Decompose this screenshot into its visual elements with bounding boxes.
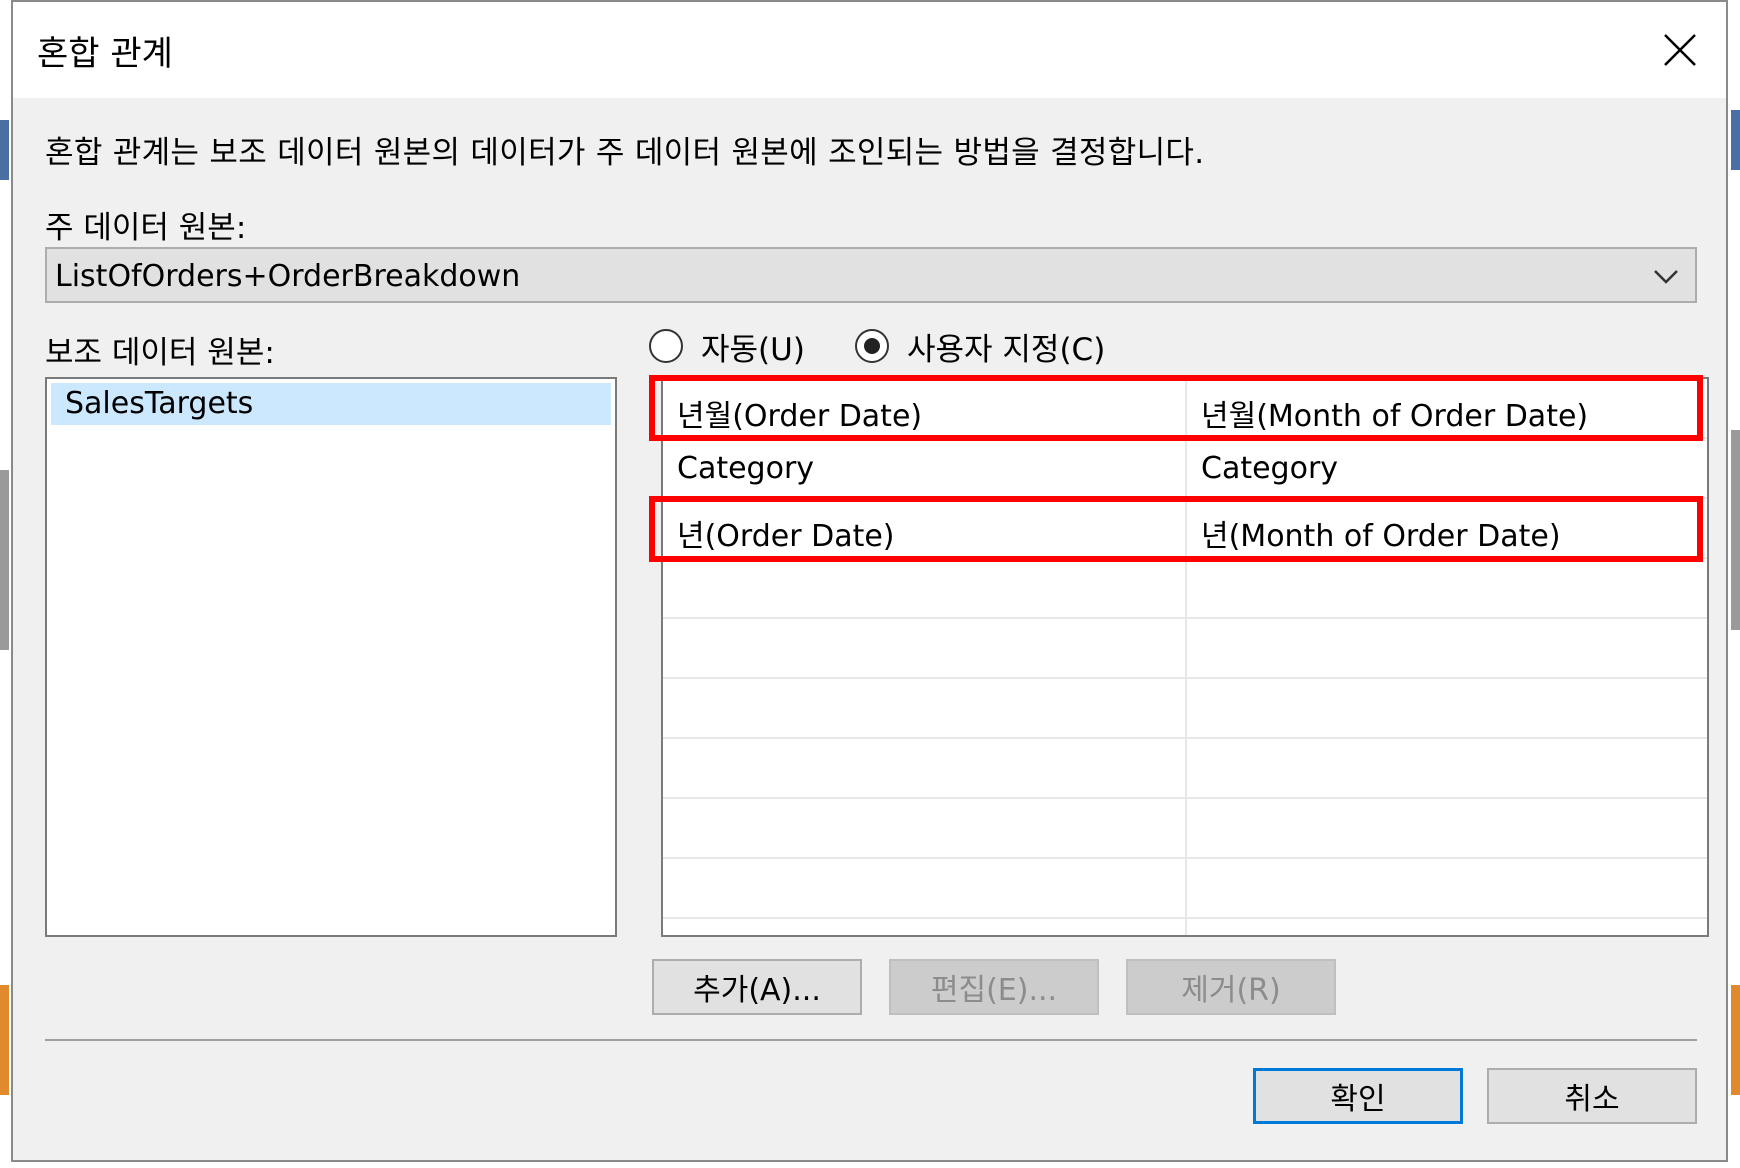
radio-custom-circle[interactable] — [855, 329, 889, 363]
mapping-row[interactable]: 년월(Order Date) 년월(Month of Order Date) — [663, 379, 1707, 439]
mapping-right-field: 년(Month of Order Date) — [1201, 519, 1561, 554]
secondary-source-label: 보조 데이터 원본: — [45, 335, 275, 371]
mapping-right-field: Category — [1201, 451, 1339, 486]
radio-auto[interactable]: 자동(U) — [649, 324, 805, 368]
close-icon — [1664, 34, 1696, 66]
dialog-title: 혼합 관계 — [37, 34, 173, 74]
edit-button[interactable]: 편집(E)... — [889, 959, 1099, 1015]
primary-source-label: 주 데이터 원본: — [45, 210, 247, 246]
empty-row — [663, 739, 1707, 799]
chevron-down-icon — [1654, 270, 1678, 284]
radio-custom-label: 사용자 지정(C) — [907, 331, 1106, 368]
remove-button[interactable]: 제거(R) — [1126, 959, 1336, 1015]
ok-button[interactable]: 확인 — [1253, 1068, 1463, 1124]
radio-auto-label: 자동(U) — [701, 331, 805, 368]
mapping-row[interactable]: 년(Order Date) 년(Month of Order Date) — [663, 499, 1707, 559]
mapping-left-field: Category — [677, 451, 815, 486]
empty-row — [663, 799, 1707, 859]
mapping-left-field: 년월(Order Date) — [677, 399, 923, 434]
primary-source-value: ListOfOrders+OrderBreakdown — [55, 259, 521, 294]
mapping-left-field: 년(Order Date) — [677, 519, 895, 554]
primary-source-dropdown[interactable]: ListOfOrders+OrderBreakdown — [45, 247, 1697, 303]
field-mapping-grid[interactable]: 년월(Order Date) 년월(Month of Order Date) C… — [661, 377, 1709, 937]
empty-row — [663, 559, 1707, 619]
empty-row — [663, 619, 1707, 679]
mapping-row[interactable]: Category Category — [663, 439, 1707, 499]
background-panel — [1731, 430, 1740, 630]
separator — [45, 1039, 1697, 1041]
mapping-right-field: 년월(Month of Order Date) — [1201, 399, 1589, 434]
title-bar: 혼합 관계 — [13, 2, 1726, 98]
background-panel — [0, 470, 9, 650]
cancel-button[interactable]: 취소 — [1487, 1068, 1697, 1124]
background-accent — [1731, 985, 1740, 1095]
secondary-source-list[interactable]: SalesTargets — [45, 377, 617, 937]
empty-row — [663, 859, 1707, 919]
radio-custom[interactable]: 사용자 지정(C) — [855, 324, 1105, 368]
close-button[interactable] — [1652, 22, 1708, 78]
dialog-description: 혼합 관계는 보조 데이터 원본의 데이터가 주 데이터 원본에 조인되는 방법… — [45, 135, 1205, 171]
secondary-source-item[interactable]: SalesTargets — [51, 383, 611, 425]
background-accent — [0, 985, 9, 1095]
blend-relationships-dialog: 혼합 관계 혼합 관계는 보조 데이터 원본의 데이터가 주 데이터 원본에 조… — [11, 0, 1728, 1162]
add-button[interactable]: 추가(A)... — [652, 959, 862, 1015]
radio-selected-dot — [864, 338, 880, 354]
empty-row — [663, 679, 1707, 739]
radio-auto-circle[interactable] — [649, 329, 683, 363]
background-accent — [0, 120, 9, 180]
background-accent — [1731, 110, 1740, 170]
